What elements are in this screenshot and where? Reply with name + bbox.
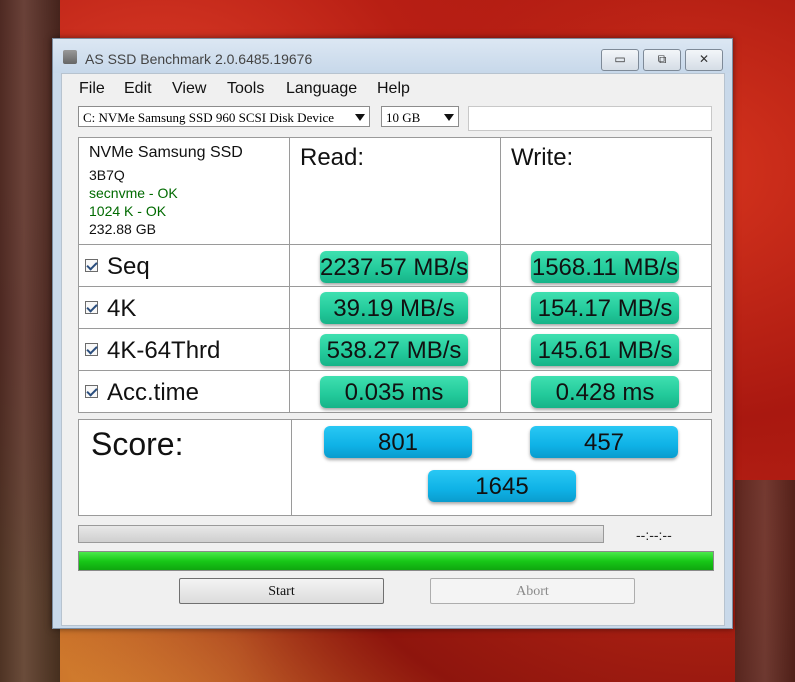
chevron-down-icon: [444, 114, 454, 121]
row-label-4k: 4K: [107, 295, 137, 322]
write-cell: 0.428 ms: [500, 370, 712, 413]
menu-language[interactable]: Language: [286, 80, 357, 98]
alignment-status: 1024 K - OK: [89, 203, 167, 219]
read-header-cell: Read:: [289, 137, 501, 245]
row-label-cell: Acc.time: [78, 370, 290, 413]
menu-tools[interactable]: Tools: [227, 80, 264, 98]
maximize-icon: ⧉: [657, 52, 667, 66]
seq-write-value: 1568.11 MB/s: [531, 251, 679, 283]
4k64-read-value: 538.27 MB/s: [320, 334, 468, 366]
write-cell: 154.17 MB/s: [500, 286, 712, 329]
maximize-button[interactable]: ⧉: [643, 49, 681, 71]
drive-select-value: C: NVMe Samsung SSD 960 SCSI Disk Device: [83, 110, 334, 125]
acctime-write-value: 0.428 ms: [531, 376, 679, 408]
score-label: Score:: [91, 426, 184, 462]
4k-checkbox[interactable]: [85, 301, 98, 314]
overall-progress-bar: [78, 551, 714, 571]
minimize-icon: ▭: [614, 52, 626, 66]
app-icon: [63, 50, 77, 64]
read-cell: 2237.57 MB/s: [289, 244, 501, 287]
seq-read-value: 2237.57 MB/s: [320, 251, 468, 283]
drive-info-panel: NVMe Samsung SSD 3B7Q secnvme - OK 1024 …: [78, 137, 290, 245]
drive-model: NVMe Samsung SSD: [89, 144, 243, 161]
row-label-cell: 4K-64Thrd: [78, 328, 290, 371]
abort-button[interactable]: Abort: [430, 578, 635, 604]
background-trunk: [735, 480, 795, 682]
close-icon: ✕: [698, 52, 710, 66]
score-values-cell: 801 457 1645: [291, 419, 712, 516]
start-button[interactable]: Start: [179, 578, 384, 604]
drive-firmware: 3B7Q: [89, 167, 125, 183]
seq-checkbox[interactable]: [85, 259, 98, 272]
write-header-cell: Write:: [500, 137, 712, 245]
row-label-4k64: 4K-64Thrd: [107, 337, 221, 364]
menu-edit[interactable]: Edit: [124, 80, 152, 98]
test-progress-bar: [78, 525, 604, 543]
write-cell: 1568.11 MB/s: [500, 244, 712, 287]
row-label-cell: Seq: [78, 244, 290, 287]
4k64-write-value: 145.61 MB/s: [531, 334, 679, 366]
read-cell: 0.035 ms: [289, 370, 501, 413]
client-area: File Edit View Tools Language Help C: NV…: [61, 73, 725, 626]
title-bar[interactable]: AS SSD Benchmark 2.0.6485.19676 ▭ ⧉ ✕: [53, 39, 732, 73]
4k-read-value: 39.19 MB/s: [320, 292, 468, 324]
acctime-read-value: 0.035 ms: [320, 376, 468, 408]
acctime-checkbox[interactable]: [85, 385, 98, 398]
window-title: AS SSD Benchmark 2.0.6485.19676: [85, 51, 313, 67]
score-total: 1645: [428, 470, 576, 502]
size-select[interactable]: 10 GB: [381, 106, 459, 127]
4k64-checkbox[interactable]: [85, 343, 98, 356]
row-label-acctime: Acc.time: [107, 379, 200, 406]
size-select-value: 10 GB: [386, 110, 421, 125]
menu-file[interactable]: File: [79, 80, 105, 98]
score-label-cell: Score:: [78, 419, 292, 516]
menu-help[interactable]: Help: [377, 80, 410, 98]
chevron-down-icon: [355, 114, 365, 121]
read-header: Read:: [300, 144, 365, 171]
menu-view[interactable]: View: [172, 80, 206, 98]
elapsed-timer: --:--:--: [636, 527, 672, 543]
minimize-button[interactable]: ▭: [601, 49, 639, 71]
background-trunk: [0, 0, 60, 682]
4k-write-value: 154.17 MB/s: [531, 292, 679, 324]
close-button[interactable]: ✕: [685, 49, 723, 71]
drive-select[interactable]: C: NVMe Samsung SSD 960 SCSI Disk Device: [78, 106, 370, 127]
score-write: 457: [530, 426, 678, 458]
row-label-seq: Seq: [107, 253, 150, 280]
row-label-cell: 4K: [78, 286, 290, 329]
read-cell: 39.19 MB/s: [289, 286, 501, 329]
read-cell: 538.27 MB/s: [289, 328, 501, 371]
app-window: AS SSD Benchmark 2.0.6485.19676 ▭ ⧉ ✕ Fi…: [52, 38, 733, 629]
write-header: Write:: [511, 144, 574, 171]
status-box: [468, 106, 712, 131]
drive-capacity: 232.88 GB: [89, 221, 156, 237]
score-read: 801: [324, 426, 472, 458]
write-cell: 145.61 MB/s: [500, 328, 712, 371]
driver-status: secnvme - OK: [89, 185, 178, 201]
